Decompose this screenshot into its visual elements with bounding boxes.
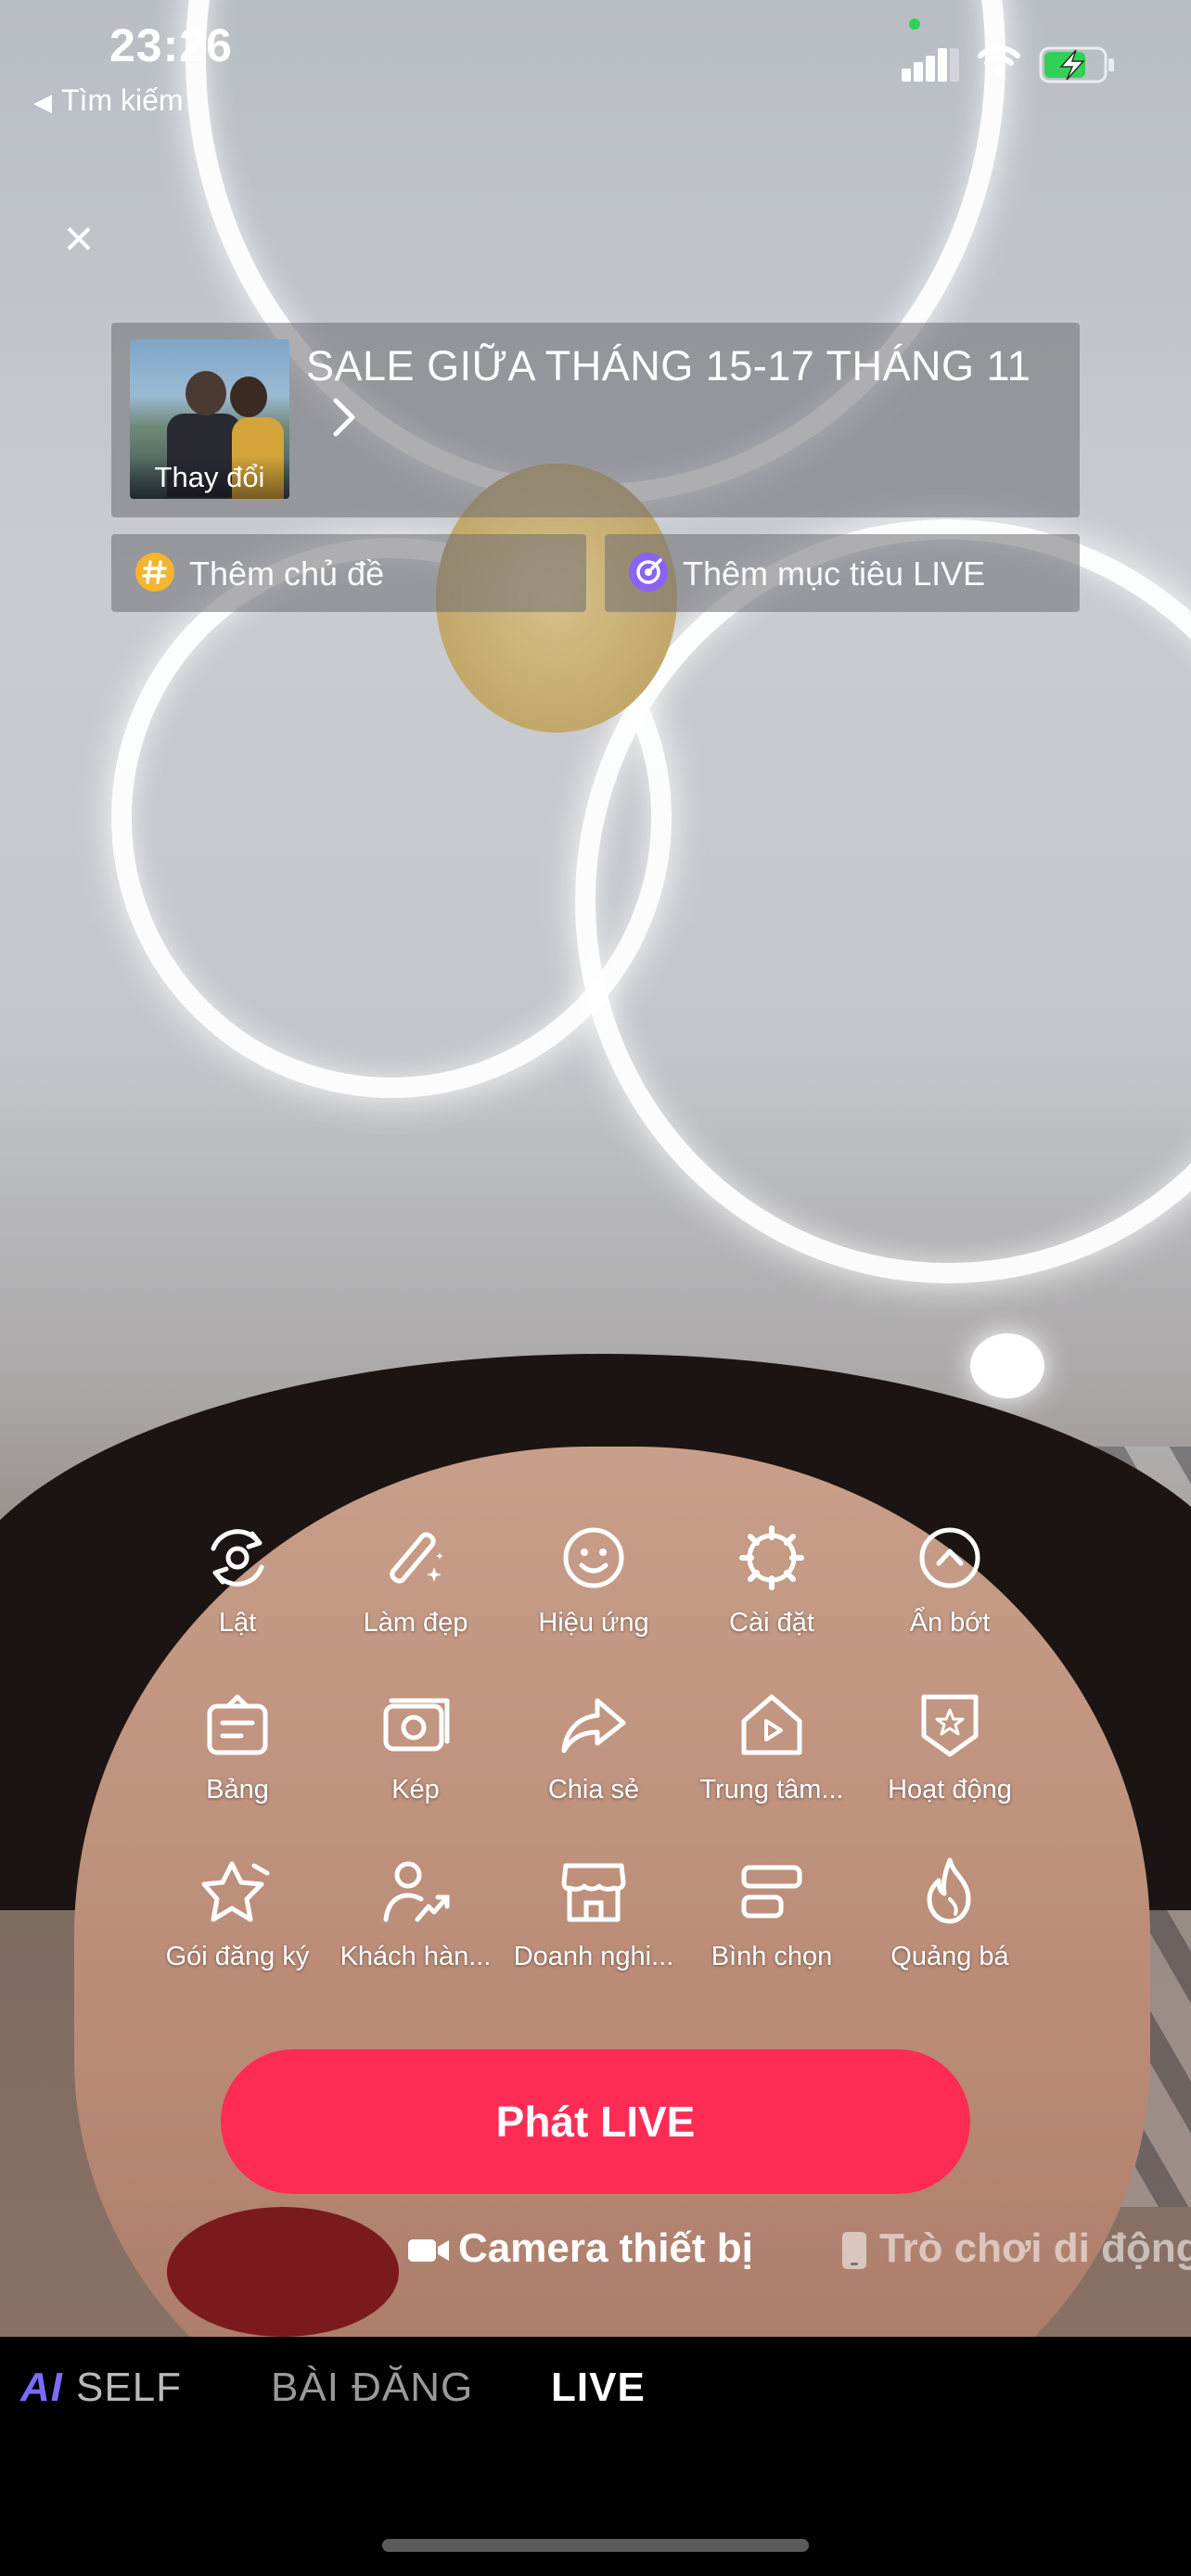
phone-icon <box>842 2232 866 2270</box>
back-triangle-icon: ◀ <box>33 88 52 116</box>
chevron-right-icon[interactable] <box>330 397 358 438</box>
status-time: 23:26 <box>109 19 233 71</box>
bottom-tab-bar: AI SELF BÀI ĐĂNG LIVE <box>0 2337 1191 2576</box>
back-to-search-link[interactable]: ◀ Tìm kiếm <box>33 83 184 118</box>
add-topic-label: Thêm chủ đề <box>189 555 385 593</box>
tool-label: Bình chọn <box>711 1942 833 1971</box>
tool-dual[interactable]: Kép <box>327 1688 505 1805</box>
tool-flip[interactable]: Lật <box>148 1521 327 1639</box>
board-icon <box>207 1694 268 1755</box>
hashtag-icon <box>135 553 174 592</box>
cover-thumbnail[interactable]: Thay đổi <box>130 339 289 499</box>
status-bar: 23:26 ◀ Tìm kiếm <box>0 0 1191 130</box>
tool-activity[interactable]: Hoạt động <box>861 1688 1039 1805</box>
downlight <box>970 1333 1044 1398</box>
target-icon <box>629 553 668 592</box>
poll-icon <box>741 1865 802 1919</box>
mode-mobile-gaming[interactable]: Trò chơi di động <box>842 2225 1191 2272</box>
subscription-star-icon <box>201 1861 270 1922</box>
ai-badge: AI <box>20 2365 63 2410</box>
mode-device-camera[interactable]: Camera thiết bị <box>408 2225 753 2272</box>
tool-effects[interactable]: Hiệu ứng <box>505 1521 683 1639</box>
tab-label: LIVE <box>551 2365 646 2410</box>
tool-label: Lật <box>218 1608 257 1638</box>
go-live-button[interactable]: Phát LIVE <box>221 2049 970 2194</box>
business-store-icon <box>561 1863 626 1922</box>
cellular-signal-icon <box>902 48 959 82</box>
add-live-goal-chip[interactable]: Thêm mục tiêu LIVE <box>605 534 1080 612</box>
tool-label: Kép <box>391 1775 440 1804</box>
settings-gear-icon <box>739 1525 804 1590</box>
add-topic-chip[interactable]: Thêm chủ đề <box>111 534 586 612</box>
tool-board[interactable]: Bảng <box>148 1688 327 1805</box>
back-to-search-label: Tìm kiếm <box>61 83 184 117</box>
tool-label: Ẩn bớt <box>909 1608 991 1638</box>
person-lips <box>167 2207 399 2337</box>
live-title-card[interactable]: Thay đổi SALE GIỮA THÁNG 15-17 THÁNG 11 <box>111 323 1080 517</box>
smile-effects-icon <box>563 1527 624 1588</box>
mode-mobile-gaming-label: Trò chơi di động <box>879 2225 1191 2271</box>
privacy-indicator-dot <box>909 19 920 30</box>
tool-label: Trung tâm... <box>699 1775 844 1804</box>
tool-promote[interactable]: Quảng bá <box>861 1855 1039 1972</box>
tool-creator-center[interactable]: Trung tâm... <box>683 1688 861 1805</box>
thumbnail-figure <box>186 371 226 415</box>
live-title[interactable]: SALE GIỮA THÁNG 15-17 THÁNG 11 <box>306 339 1031 393</box>
tool-label: Gói đăng ký <box>165 1942 310 1971</box>
home-indicator <box>382 2539 809 2552</box>
thumbnail-figure <box>230 376 267 417</box>
tool-label: Doanh nghi... <box>513 1942 674 1971</box>
tab-posts[interactable]: BÀI ĐĂNG <box>271 2365 473 2411</box>
tool-label: Quảng bá <box>890 1942 1009 1971</box>
dual-camera-icon <box>383 1698 450 1752</box>
flip-camera-icon <box>211 1529 264 1587</box>
activity-badge-icon <box>921 1694 979 1757</box>
promote-flame-icon <box>927 1857 971 1924</box>
tool-customers[interactable]: Khách hàn... <box>327 1855 505 1972</box>
customer-trend-icon <box>383 1861 450 1922</box>
wifi-icon <box>978 45 1020 76</box>
tool-label: Bảng <box>206 1775 269 1804</box>
tool-poll[interactable]: Bình chọn <box>683 1855 861 1972</box>
tool-label: Chia sẻ <box>547 1775 640 1804</box>
beauty-wand-icon <box>390 1532 443 1584</box>
video-camera-icon <box>408 2239 449 2263</box>
add-live-goal-label: Thêm mục tiêu LIVE <box>683 555 986 593</box>
tool-share[interactable]: Chia sẻ <box>505 1688 683 1805</box>
tool-label: Hoạt động <box>888 1775 1012 1804</box>
tool-label: Cài đặt <box>729 1608 814 1638</box>
change-cover-label: Thay đổi <box>130 456 289 499</box>
tool-subscription[interactable]: Gói đăng ký <box>148 1855 327 1972</box>
tab-label: SELF <box>76 2365 183 2410</box>
collapse-up-icon <box>919 1527 980 1588</box>
tab-ai-self[interactable]: AI SELF <box>20 2365 182 2411</box>
share-arrow-icon <box>561 1698 626 1753</box>
play-house-icon <box>741 1694 802 1755</box>
tool-label: Khách hàn... <box>339 1942 492 1971</box>
battery-charging-icon <box>1039 46 1114 83</box>
tool-business[interactable]: Doanh nghi... <box>505 1855 683 1972</box>
tool-hide[interactable]: Ẩn bớt <box>861 1521 1039 1639</box>
tab-live[interactable]: LIVE <box>551 2365 646 2411</box>
tool-label: Làm đẹp <box>363 1608 468 1638</box>
tab-label: BÀI ĐĂNG <box>271 2365 474 2410</box>
tool-settings[interactable]: Cài đặt <box>683 1521 861 1639</box>
close-icon[interactable]: × <box>56 212 102 264</box>
tool-beauty[interactable]: Làm đẹp <box>327 1521 505 1639</box>
tool-label: Hiệu ứng <box>538 1608 649 1638</box>
mode-device-camera-label: Camera thiết bị <box>458 2225 753 2271</box>
